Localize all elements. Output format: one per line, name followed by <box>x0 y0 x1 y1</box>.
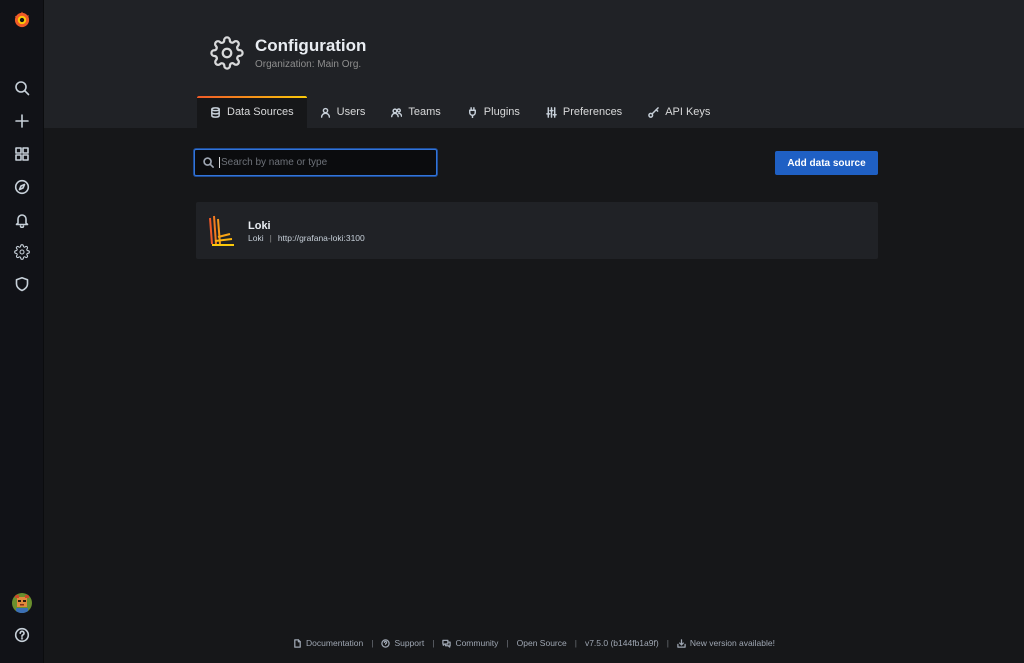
tab-teams[interactable]: Teams <box>378 96 453 128</box>
datasource-separator: | <box>269 233 272 243</box>
footer-link-community[interactable]: Community <box>442 638 498 648</box>
plug-icon <box>468 106 476 118</box>
tab-bar: Data Sources Users Teams Plugins Prefere… <box>197 96 723 128</box>
document-icon <box>294 638 301 648</box>
shield-icon <box>15 277 29 292</box>
tab-preferences[interactable]: Preferences <box>533 96 635 128</box>
grafana-logo-icon[interactable] <box>6 6 38 34</box>
footer-separator: | <box>574 638 577 648</box>
sidebar-item-explore[interactable] <box>6 173 38 201</box>
datasource-card-loki[interactable]: Loki Loki | http://grafana-loki:3100 <box>196 202 878 259</box>
footer-link-new-version[interactable]: New version available! <box>677 638 775 648</box>
footer-separator: | <box>666 638 669 648</box>
footer-link-label: Support <box>394 638 425 648</box>
tab-label: Plugins <box>483 106 520 118</box>
sidebar <box>0 0 44 663</box>
sidebar-item-create[interactable] <box>6 107 38 135</box>
sidebar-item-search[interactable] <box>6 74 38 102</box>
tab-plugins[interactable]: Plugins <box>454 96 533 128</box>
search-icon <box>203 157 214 168</box>
tab-label: Teams <box>408 106 441 118</box>
footer-separator: | <box>371 638 374 648</box>
footer-link-label: Documentation <box>306 638 364 648</box>
database-icon <box>211 106 220 118</box>
avatar[interactable] <box>12 593 32 613</box>
tab-label: API Keys <box>665 106 711 118</box>
tab-users[interactable]: Users <box>307 96 379 128</box>
tab-label: Preferences <box>562 106 623 118</box>
datasource-meta: Loki | http://grafana-loki:3100 <box>248 233 365 243</box>
compass-icon <box>14 179 30 195</box>
add-data-source-button[interactable]: Add data source <box>775 151 878 175</box>
tab-label: Data Sources <box>227 106 294 118</box>
page-subtitle: Organization: Main Org. <box>255 59 362 70</box>
sidebar-item-server-admin[interactable] <box>6 270 38 298</box>
grafana-app: Configuration Organization: Main Org. Da… <box>0 0 1024 663</box>
footer-link-support[interactable]: Support <box>381 638 424 648</box>
question-circle-icon <box>381 638 391 648</box>
page-header: Configuration Organization: Main Org. Da… <box>44 0 1024 128</box>
gear-icon <box>14 244 30 260</box>
user-avatar-icon <box>12 593 32 613</box>
bell-icon <box>15 214 29 228</box>
datasource-type: Loki <box>248 233 264 243</box>
footer-separator: | <box>506 638 509 648</box>
sidebar-item-alerting[interactable] <box>6 206 38 234</box>
gear-icon <box>210 36 244 70</box>
footer-link-label: Community <box>455 638 499 648</box>
footer-separator: | <box>432 638 435 648</box>
search-input[interactable] <box>219 157 419 168</box>
sidebar-item-configuration[interactable] <box>6 238 38 266</box>
page-title: Configuration <box>255 36 367 55</box>
user-icon <box>320 107 330 118</box>
tab-data-sources[interactable]: Data Sources <box>197 96 307 128</box>
users-icon <box>391 107 403 117</box>
footer: Documentation | Support | Community | Op… <box>0 638 1024 648</box>
sidebar-item-dashboards[interactable] <box>6 140 38 168</box>
apps-icon <box>15 147 29 161</box>
footer-link-label: Open Source <box>516 638 567 648</box>
datasource-url: http://grafana-loki:3100 <box>277 233 365 243</box>
sliders-icon <box>546 106 557 118</box>
loki-logo-icon <box>206 214 236 248</box>
search-icon <box>15 81 30 96</box>
footer-version: v7.5.0 (b144fb1a9f) <box>585 638 659 648</box>
footer-link-open-source[interactable]: Open Source <box>517 638 567 648</box>
tab-label: Users <box>336 106 366 118</box>
footer-link-label: New version available! <box>689 638 775 648</box>
download-icon <box>677 638 686 648</box>
search-box <box>194 149 437 176</box>
comments-icon <box>442 639 452 648</box>
key-icon <box>648 106 660 118</box>
version-label: v7.5.0 (b144fb1a9f) <box>584 638 659 648</box>
datasource-name: Loki <box>248 220 271 232</box>
plus-icon <box>15 114 29 128</box>
tab-api-keys[interactable]: API Keys <box>635 96 723 128</box>
footer-link-documentation[interactable]: Documentation <box>293 638 363 648</box>
